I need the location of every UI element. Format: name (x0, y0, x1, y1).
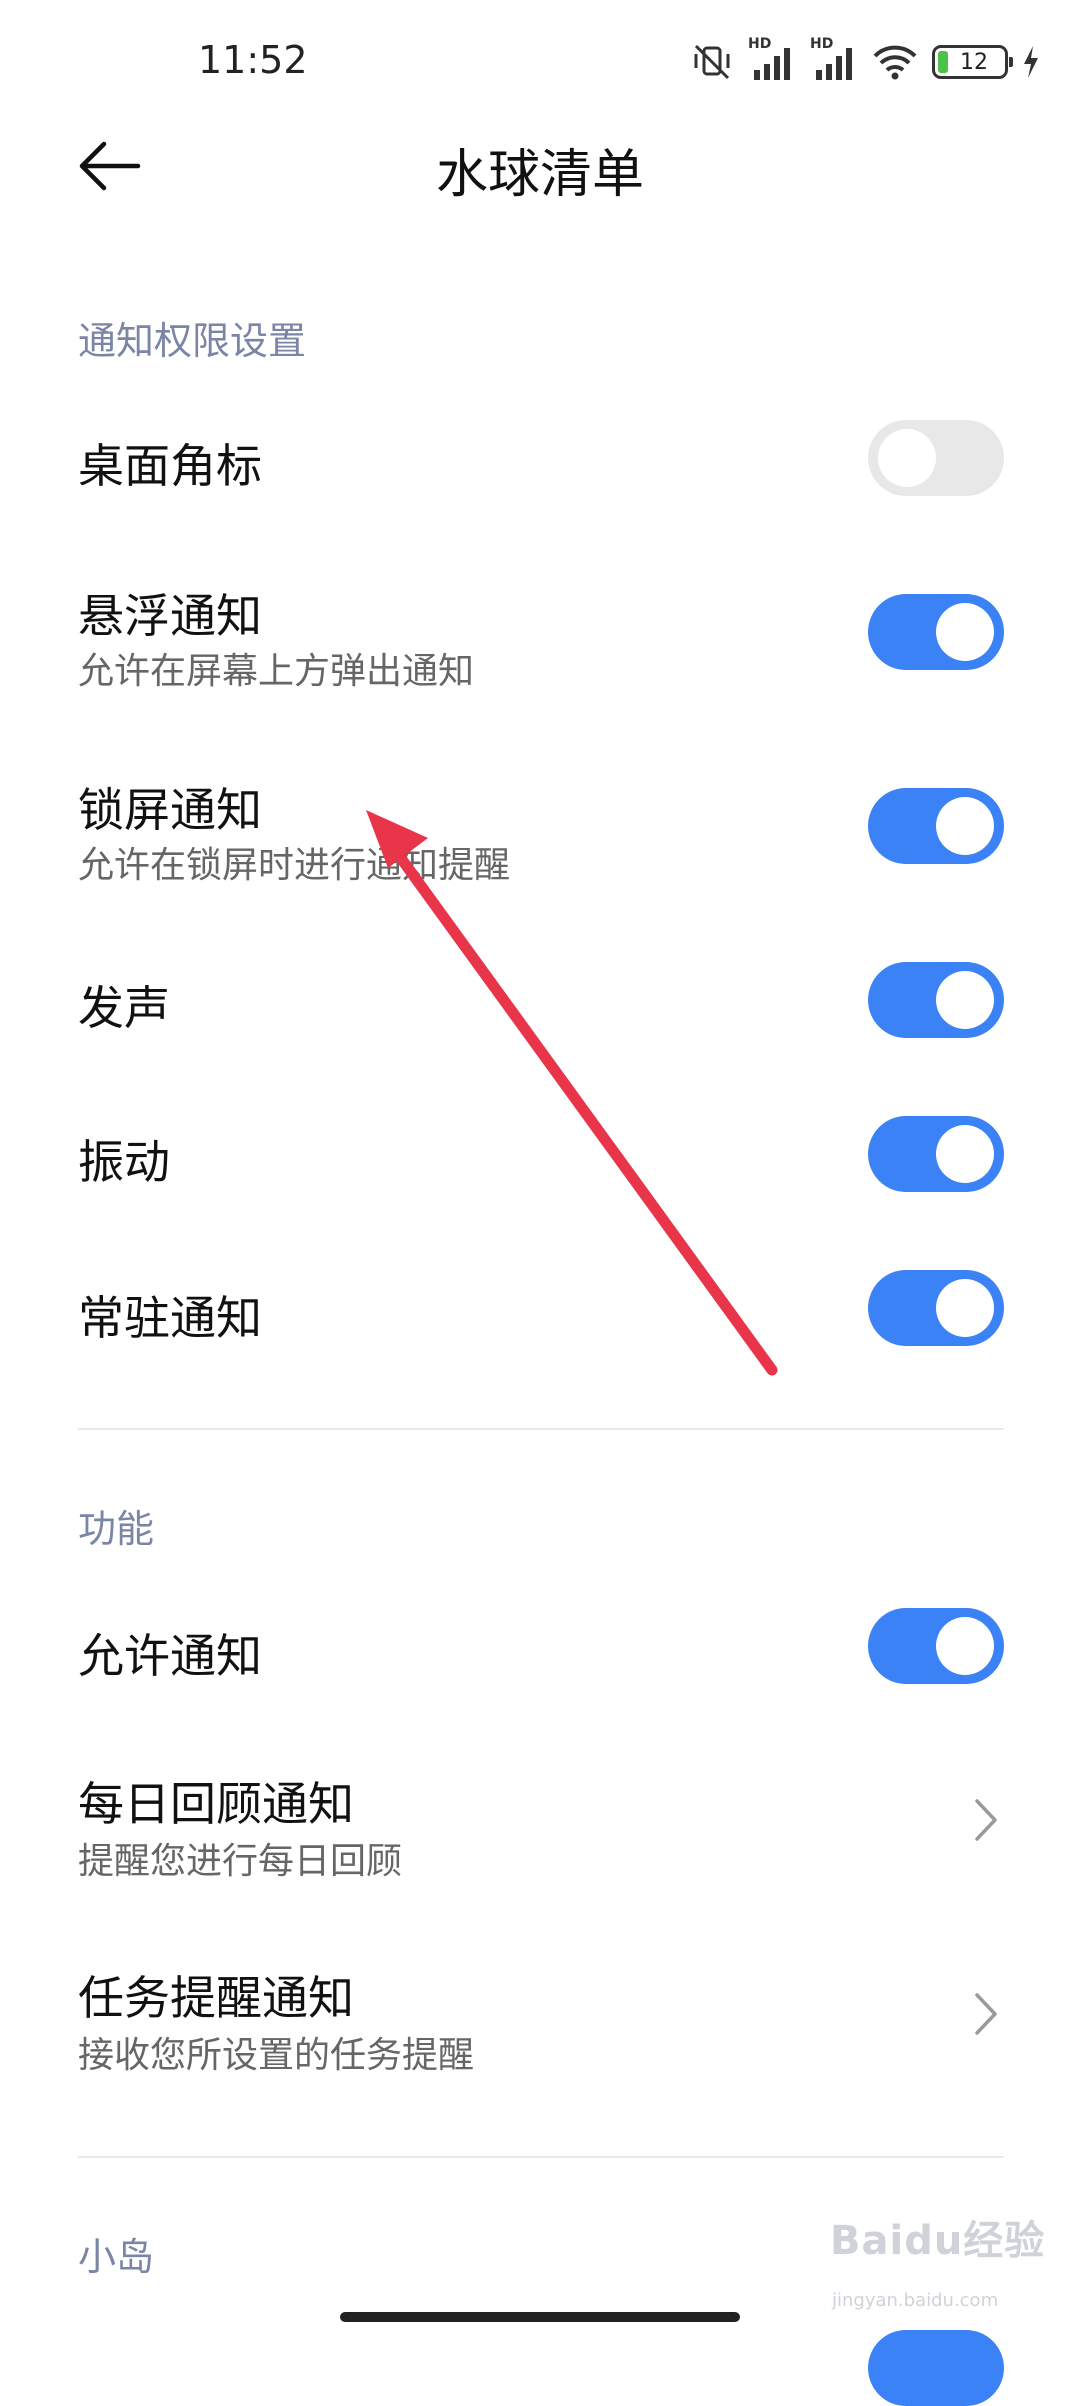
row-subtitle: 允许在锁屏时进行通知提醒 (78, 845, 511, 886)
lockscreen-notification-toggle[interactable] (868, 788, 1004, 864)
watermark-logo: Baidu经验 (830, 2218, 1046, 2264)
toggle-knob (936, 603, 994, 661)
watermark-url: jingyan.baidu.com (832, 2290, 999, 2311)
section-title-notification-permissions: 通知权限设置 (78, 319, 307, 363)
toggle-knob (936, 971, 994, 1029)
status-time: 11:52 (198, 38, 308, 82)
battery-icon: 12 (932, 45, 1013, 79)
sound-toggle[interactable] (868, 962, 1004, 1038)
section-title-features: 功能 (78, 1507, 155, 1551)
row-title: 振动 (78, 1135, 170, 1189)
badge-toggle[interactable] (868, 420, 1004, 496)
divider (78, 2156, 1004, 2158)
row-subtitle: 允许在屏幕上方弹出通知 (78, 651, 475, 692)
toggle-knob (936, 1279, 994, 1337)
allow-notifications-toggle[interactable] (868, 1608, 1004, 1684)
status-icons: HD HD 12 (690, 36, 1040, 84)
toggle-knob (878, 429, 936, 487)
section-title-island: 小岛 (78, 2235, 155, 2279)
row-title: 发声 (78, 981, 170, 1035)
chevron-right-icon (972, 1796, 1000, 1844)
battery-level: 12 (960, 49, 988, 75)
toggle-knob (936, 1125, 994, 1183)
row-title: 常驻通知 (78, 1291, 262, 1345)
row-title: 每日回顾通知 (78, 1777, 354, 1831)
status-bar: 11:52 HD HD 12 (0, 0, 1080, 120)
wifi-icon (872, 42, 918, 82)
mute-vibrate-icon (690, 40, 734, 84)
island-toggle[interactable] (868, 2330, 1004, 2406)
page-title: 水球清单 (435, 145, 644, 205)
row-title: 允许通知 (78, 1629, 262, 1683)
toggle-knob (936, 1617, 994, 1675)
toggle-knob (936, 797, 994, 855)
signal-hd-icon: HD (748, 36, 796, 82)
signal-hd-icon: HD (810, 36, 858, 82)
row-title: 锁屏通知 (78, 783, 262, 837)
row-subtitle: 接收您所设置的任务提醒 (78, 2035, 475, 2076)
row-title: 桌面角标 (78, 439, 262, 493)
floating-notification-toggle[interactable] (868, 594, 1004, 670)
network-label: HD (810, 36, 834, 52)
row-title: 任务提醒通知 (78, 1971, 354, 2025)
chevron-right-icon (972, 1990, 1000, 2038)
row-subtitle: 提醒您进行每日回顾 (78, 1841, 403, 1882)
home-indicator[interactable] (340, 2312, 740, 2322)
divider (78, 1428, 1004, 1430)
vibration-toggle[interactable] (868, 1116, 1004, 1192)
charging-icon (1022, 44, 1040, 80)
network-label: HD (748, 36, 772, 52)
row-title: 悬浮通知 (78, 589, 262, 643)
persistent-notification-toggle[interactable] (868, 1270, 1004, 1346)
